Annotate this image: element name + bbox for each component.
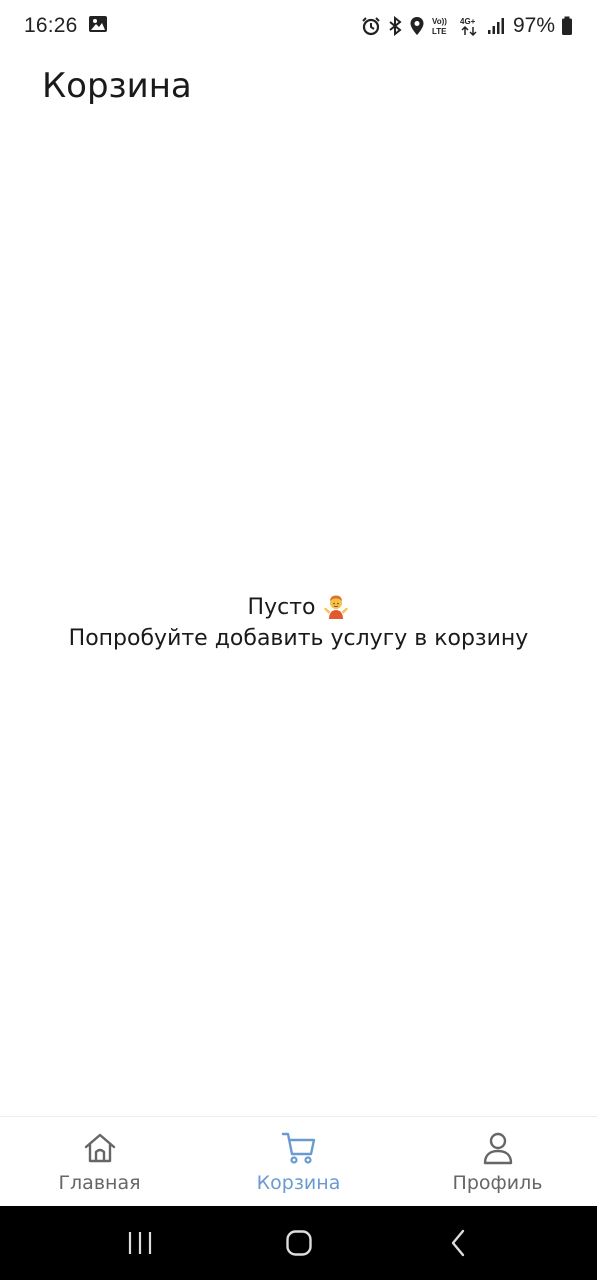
profile-icon <box>483 1132 512 1164</box>
alarm-icon <box>361 16 381 36</box>
home-circle-icon <box>285 1230 312 1256</box>
bluetooth-icon <box>387 16 403 36</box>
nav-item-profile[interactable]: Профиль <box>398 1117 597 1207</box>
4g-icon: 4G+ <box>459 15 481 37</box>
svg-text:LTE: LTE <box>432 27 447 36</box>
battery-percent: 97% <box>512 14 555 37</box>
back-icon <box>451 1229 464 1257</box>
signal-icon <box>487 16 505 36</box>
empty-title: Пусто <box>247 594 316 620</box>
home-icon <box>84 1133 115 1162</box>
nav-label-cart: Корзина <box>256 1171 341 1194</box>
person-shrugging-icon <box>323 594 349 620</box>
nav-item-home[interactable]: Главная <box>0 1117 199 1207</box>
recent-apps-button[interactable] <box>110 1218 170 1268</box>
status-bar: 16:26 Vo)) LTE 4G+ 97% <box>0 0 597 52</box>
system-navigation-bar <box>0 1206 597 1280</box>
cart-screen: 16:26 Vo)) LTE 4G+ 97% Корзина Пусто Поп… <box>0 0 597 1280</box>
status-time: 16:26 <box>24 14 78 37</box>
empty-hint: Попробуйте добавить услугу в корзину <box>68 626 529 651</box>
nav-label-home: Главная <box>58 1171 141 1194</box>
battery-icon <box>561 16 573 36</box>
back-system-button[interactable] <box>428 1218 488 1268</box>
cart-icon <box>281 1132 315 1164</box>
home-system-button[interactable] <box>269 1218 329 1268</box>
volte-icon: Vo)) LTE <box>431 15 453 37</box>
gallery-icon <box>88 14 108 39</box>
nav-label-profile: Профиль <box>452 1171 543 1194</box>
svg-text:4G+: 4G+ <box>460 17 476 26</box>
page-title: Корзина <box>42 66 192 106</box>
empty-cart-message: Пусто Попробуйте добавить услугу в корзи… <box>0 590 597 652</box>
svg-text:Vo)): Vo)) <box>432 17 447 26</box>
bottom-navigation: Главная Корзина Профиль <box>0 1116 597 1206</box>
recent-apps-icon <box>128 1232 151 1254</box>
nav-item-cart[interactable]: Корзина <box>199 1117 398 1207</box>
location-icon <box>409 16 425 36</box>
